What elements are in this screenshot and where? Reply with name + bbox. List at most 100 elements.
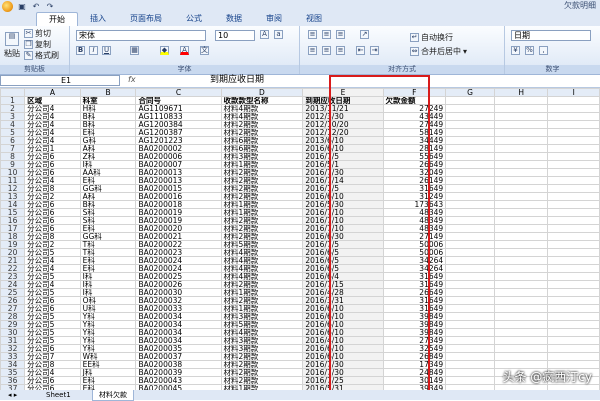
cell[interactable]: [493, 216, 549, 225]
cell[interactable]: GG科: [79, 232, 137, 241]
cell[interactable]: [547, 240, 600, 249]
cell[interactable]: [445, 288, 495, 297]
column-header[interactable]: B: [79, 88, 137, 97]
cell[interactable]: 2016/7/25: [302, 376, 384, 385]
cell[interactable]: 分公司6: [24, 224, 81, 233]
cell[interactable]: E科: [79, 224, 137, 233]
cell[interactable]: Y科: [79, 312, 137, 321]
cell[interactable]: [493, 352, 549, 361]
cell[interactable]: 材料4期款: [220, 256, 304, 265]
cell[interactable]: B科: [79, 112, 137, 121]
cell[interactable]: 2013/11/21: [302, 104, 384, 113]
number-format-select[interactable]: 日期: [511, 30, 591, 41]
cell[interactable]: [493, 224, 549, 233]
cell[interactable]: 材料3期款: [220, 152, 304, 161]
cell[interactable]: [445, 336, 495, 345]
shrink-font-button[interactable]: a: [274, 30, 283, 39]
cell[interactable]: 材料1期款: [220, 208, 304, 217]
cell[interactable]: 分公司5: [24, 248, 81, 257]
cell[interactable]: 分公司8: [24, 184, 81, 193]
cell[interactable]: G科: [79, 136, 137, 145]
font-color-button[interactable]: A: [180, 46, 189, 55]
cell[interactable]: BA0200030: [135, 288, 222, 297]
cell[interactable]: BA0200016: [135, 192, 222, 201]
cell[interactable]: [445, 304, 495, 313]
cell[interactable]: GG科: [79, 184, 137, 193]
cell[interactable]: 材料6期款: [220, 144, 304, 153]
cell[interactable]: [493, 152, 549, 161]
row-header[interactable]: 30: [0, 328, 26, 337]
cell[interactable]: 2016/7/15: [302, 280, 384, 289]
cell[interactable]: [445, 224, 495, 233]
cell[interactable]: BA0200007: [135, 160, 222, 169]
row-header[interactable]: 21: [0, 256, 26, 265]
cell[interactable]: [493, 240, 549, 249]
cell[interactable]: [493, 288, 549, 297]
align-middle-button[interactable]: ≡: [322, 30, 331, 39]
cell[interactable]: [445, 320, 495, 329]
cell[interactable]: BA0200025: [135, 272, 222, 281]
cell[interactable]: [493, 120, 549, 129]
cell[interactable]: [547, 104, 600, 113]
tab-2[interactable]: 页面布局: [118, 12, 174, 26]
cell[interactable]: [547, 232, 600, 241]
percent-button[interactable]: %: [525, 46, 534, 55]
name-box[interactable]: E1: [0, 75, 120, 86]
cell[interactable]: BA0200002: [135, 144, 222, 153]
cell[interactable]: S科: [79, 216, 137, 225]
cell[interactable]: BA0200023: [135, 248, 222, 257]
cell[interactable]: 材料2期款: [220, 280, 304, 289]
cell[interactable]: BA0200013: [135, 176, 222, 185]
cell[interactable]: [493, 136, 549, 145]
cell[interactable]: 31649: [382, 304, 447, 313]
font-size-select[interactable]: 10: [215, 30, 255, 41]
cell[interactable]: BA0200038: [135, 360, 222, 369]
cell[interactable]: 2016/6/10: [302, 144, 384, 153]
cell[interactable]: [547, 224, 600, 233]
cell[interactable]: [445, 352, 495, 361]
header-cell[interactable]: 收款款型名称: [220, 96, 304, 105]
cell[interactable]: 17349: [382, 360, 447, 369]
cell[interactable]: [445, 256, 495, 265]
worksheet[interactable]: A B C D E F G H I 1 区域 科室 合同号 收款款型名称 到期应收日期 欠款金额 2 分公司4 H科…: [0, 88, 600, 390]
cell[interactable]: 分公司5: [24, 336, 81, 345]
cell[interactable]: 2016/7/10: [302, 208, 384, 217]
align-center-button[interactable]: ≡: [322, 46, 331, 55]
cell[interactable]: 26149: [382, 176, 447, 185]
cell[interactable]: [493, 96, 549, 105]
cell[interactable]: 2016/6/10: [302, 344, 384, 353]
cell[interactable]: 材料2期款: [220, 168, 304, 177]
cell[interactable]: 48349: [382, 208, 447, 217]
copy-button[interactable]: ❐ 复制: [24, 39, 51, 50]
cell[interactable]: [493, 264, 549, 273]
cell[interactable]: 材料2期款: [220, 184, 304, 193]
cell[interactable]: 27149: [382, 232, 447, 241]
cell[interactable]: U科: [79, 304, 137, 313]
cell[interactable]: 30149: [382, 376, 447, 385]
borders-button[interactable]: ▦: [130, 46, 139, 55]
align-bottom-button[interactable]: ≡: [336, 30, 345, 39]
cell[interactable]: [445, 264, 495, 273]
header-cell[interactable]: 欠款金额: [382, 96, 447, 105]
column-header[interactable]: D: [220, 88, 304, 97]
cell[interactable]: [493, 312, 549, 321]
cell-grid[interactable]: A B C D E F G H I 1 区域 科室 合同号 收款款型名称 到期应收日期 欠款金额 2 分公司4 H科…: [0, 88, 600, 390]
cell[interactable]: 材料2期款: [220, 120, 304, 129]
tab-5[interactable]: 审阅: [254, 12, 294, 26]
cell[interactable]: [445, 144, 495, 153]
cell[interactable]: [445, 240, 495, 249]
cell[interactable]: 24849: [382, 368, 447, 377]
cell[interactable]: AG1200387: [135, 128, 222, 137]
cell[interactable]: 分公司4: [24, 368, 81, 377]
cell[interactable]: 分公司4: [24, 112, 81, 121]
tab-3[interactable]: 公式: [174, 12, 214, 26]
cell[interactable]: E科: [79, 256, 137, 265]
cell[interactable]: 2016/7/30: [302, 168, 384, 177]
row-header[interactable]: 19: [0, 240, 26, 249]
cell[interactable]: S科: [79, 208, 137, 217]
phonetic-button[interactable]: 文: [200, 46, 209, 55]
row-header[interactable]: 10: [0, 168, 26, 177]
cell[interactable]: 2016/6/10: [302, 192, 384, 201]
cell[interactable]: [547, 144, 600, 153]
cell[interactable]: [493, 128, 549, 137]
